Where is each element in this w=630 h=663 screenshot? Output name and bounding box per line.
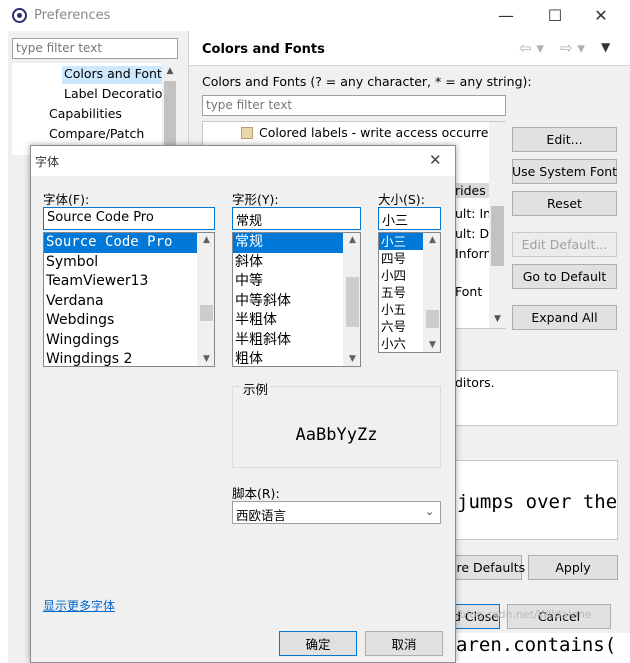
style-list-item[interactable]: 常规 (233, 233, 343, 253)
font-list-item[interactable]: Wingdings (44, 331, 214, 351)
style-input[interactable]: 常规 (232, 207, 361, 230)
font-dialog-title-bar: 字体 ✕ (31, 146, 455, 176)
tree-scrollbar[interactable]: ▼ (489, 122, 506, 328)
font-list-scrollbar[interactable]: ▲ ▼ (197, 233, 214, 366)
editor-code-fragment: aren.contains( (456, 634, 617, 656)
font-list-item[interactable]: Symbol (44, 253, 214, 273)
style-list-item[interactable]: 粗体 (233, 350, 360, 366)
sidebar-filter-input[interactable]: type filter text (12, 38, 178, 59)
sample-label: 示例 (241, 379, 271, 398)
font-list-item[interactable]: TeamViewer13 (44, 272, 214, 292)
sidebar-item-colors-and-fonts[interactable]: Colors and Fonts (62, 66, 162, 84)
size-input[interactable]: 小三 (378, 207, 441, 230)
edit-button[interactable]: Edit... (512, 127, 617, 152)
font-name-input[interactable]: Source Code Pro (43, 207, 215, 230)
style-list-item[interactable]: 半粗斜体 (233, 331, 360, 351)
style-list-item[interactable]: 中等斜体 (233, 292, 360, 312)
font-dialog-close-button[interactable]: ✕ (429, 151, 442, 169)
forward-icon[interactable]: ⇨ ▾ (560, 39, 585, 57)
sidebar-item-label-decorations[interactable]: Label Decorations (64, 86, 164, 101)
use-system-font-button[interactable]: Use System Font (512, 159, 617, 184)
font-list-item[interactable]: Webdings (44, 311, 214, 331)
size-list-item[interactable]: 小三 (379, 233, 423, 250)
font-label: 字体(F): (43, 192, 90, 207)
ok-button[interactable]: 确定 (279, 631, 357, 656)
font-dialog-title: 字体 (35, 155, 60, 169)
apply-button[interactable]: Apply (528, 555, 618, 580)
tree-item-fragment[interactable]: Font (455, 284, 490, 299)
sample-group: 示例 AaBbYyZz (232, 379, 441, 468)
preview-text: jumps over the (457, 491, 618, 513)
script-select[interactable]: 西欧语言 ⌄ (232, 501, 441, 524)
size-list[interactable]: 小三 四号 小四 五号 小五 六号 小六 ▲ ▼ (378, 232, 441, 353)
expand-all-button[interactable]: Expand All (512, 305, 617, 330)
font-list[interactable]: Source Code Pro Symbol TeamViewer13 Verd… (43, 232, 215, 367)
minimize-button[interactable]: — (491, 6, 521, 25)
tree-item-fragment[interactable]: ult: Dia (455, 226, 490, 241)
chevron-down-icon: ⌄ (425, 505, 435, 518)
font-list-item[interactable]: Verdana (44, 292, 214, 312)
tree-item-colored-labels[interactable]: Colored labels - write access occurrence… (259, 125, 489, 140)
back-icon[interactable]: ⇦ ▾ (519, 39, 544, 57)
view-menu-icon[interactable]: ▼ (601, 40, 610, 54)
sidebar-item-capabilities[interactable]: Capabilities (49, 106, 122, 121)
page-description: Colors and Fonts (? = any character, * =… (202, 74, 532, 89)
tree-item-fragment[interactable]: ult: Inte (455, 206, 490, 221)
style-label: 字形(Y): (232, 192, 279, 207)
description-text: ditors. (455, 375, 495, 390)
restore-defaults-button[interactable]: ore Defaults (449, 555, 525, 580)
size-label: 大小(S): (378, 192, 425, 207)
style-list-item[interactable]: 半粗体 (233, 311, 360, 331)
page-title: Colors and Fonts (202, 42, 325, 57)
style-list-item[interactable]: 斜体 (233, 253, 360, 273)
reset-button[interactable]: Reset (512, 191, 617, 216)
page-header: Colors and Fonts ⇦ ▾ ⇨ ▾ ▼ (189, 31, 630, 66)
show-more-fonts-link[interactable]: 显示更多字体 (43, 597, 115, 614)
style-list[interactable]: 常规 斜体 中等 中等斜体 半粗体 半粗斜体 粗体 ▲ ▼ (232, 232, 361, 367)
go-to-default-button[interactable]: Go to Default (512, 264, 617, 289)
script-value: 西欧语言 (236, 508, 287, 523)
script-label: 脚本(R): (232, 486, 280, 501)
tree-item-fragment[interactable]: rides (455, 183, 490, 198)
edit-default-button[interactable]: Edit Default... (512, 232, 617, 257)
editor-strip (0, 31, 8, 663)
sidebar-scrollbar[interactable]: ▲ (162, 63, 178, 155)
style-list-item[interactable]: 中等 (233, 272, 360, 292)
page-filter-input[interactable]: type filter text (202, 95, 506, 116)
eclipse-icon (12, 8, 27, 23)
font-list-item[interactable]: Wingdings 2 (44, 350, 214, 366)
editor-bottom: aren.contains( (456, 633, 630, 663)
sample-text: AaBbYyZz (295, 425, 378, 445)
close-button[interactable]: ✕ (586, 6, 616, 25)
dialog-cancel-button[interactable]: 取消 (365, 631, 443, 656)
sidebar-tree: Colors and Fonts Label Decorations Capab… (12, 63, 178, 155)
maximize-button[interactable]: ☐ (540, 6, 570, 25)
font-dialog: 字体 ✕ 字体(F): Source Code Pro Source Code … (30, 145, 456, 663)
font-list-item[interactable]: Source Code Pro (44, 233, 197, 253)
window-title: Preferences (34, 8, 111, 23)
tree-item-fragment[interactable]: Inform (455, 246, 490, 261)
color-swatch-icon (241, 127, 253, 139)
title-bar: Preferences — ☐ ✕ (0, 0, 630, 31)
size-list-scrollbar[interactable]: ▲ ▼ (423, 233, 440, 352)
sidebar-item-compare-patch[interactable]: Compare/Patch (49, 126, 144, 141)
style-list-scrollbar[interactable]: ▲ ▼ (343, 233, 360, 366)
